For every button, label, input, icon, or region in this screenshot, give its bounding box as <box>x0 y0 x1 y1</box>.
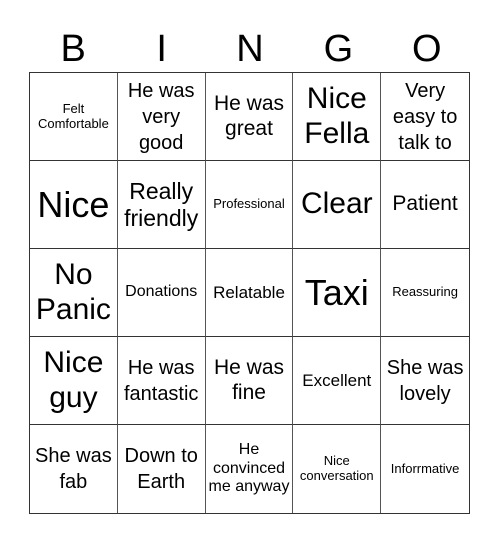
bingo-cell[interactable]: Relatable <box>205 249 294 337</box>
bingo-cell[interactable]: Clear <box>293 161 382 249</box>
bingo-cell[interactable]: Excellent <box>293 337 382 425</box>
header-letter-n: N <box>236 28 264 70</box>
bingo-cell[interactable]: He was fine <box>205 337 294 425</box>
header-letter-b: B <box>60 28 86 70</box>
header-letter-g: G <box>323 28 354 70</box>
bingo-cell[interactable]: She was lovely <box>381 337 469 425</box>
bingo-cell[interactable]: Felt Comfortable <box>30 73 118 161</box>
bingo-cell[interactable]: Really friendly <box>117 161 206 249</box>
bingo-cell[interactable]: Nice <box>30 161 118 249</box>
bingo-cell[interactable]: Inforrmative <box>381 425 469 513</box>
bingo-cell[interactable]: Nice conversation <box>293 425 382 513</box>
bingo-cell[interactable]: Taxi <box>293 249 382 337</box>
bingo-cell[interactable]: Professional <box>205 161 294 249</box>
bingo-cell[interactable]: He was great <box>205 73 294 161</box>
bingo-cell[interactable]: Nice Fella <box>293 73 382 161</box>
bingo-cell[interactable]: Patient <box>381 161 469 249</box>
bingo-grid: Felt Comfortable He was very good He was… <box>29 72 470 514</box>
header-letter-o: O <box>412 28 442 70</box>
bingo-cell[interactable]: She was fab <box>30 425 118 513</box>
bingo-cell[interactable]: Reassuring <box>381 249 469 337</box>
bingo-cell[interactable]: Donations <box>117 249 206 337</box>
bingo-cell[interactable]: He was fantastic <box>117 337 206 425</box>
bingo-cell[interactable]: Very easy to talk to <box>381 73 469 161</box>
bingo-cell[interactable]: Down to Earth <box>118 425 206 513</box>
bingo-cell[interactable]: He was very good <box>117 73 206 161</box>
bingo-cell[interactable]: No Panic <box>30 249 118 337</box>
bingo-cell[interactable]: He convinced me anyway <box>206 425 294 513</box>
header-letter-i: I <box>156 28 167 70</box>
bingo-cell[interactable]: Nice guy <box>30 337 118 425</box>
bingo-header: B I N G O <box>29 26 471 72</box>
